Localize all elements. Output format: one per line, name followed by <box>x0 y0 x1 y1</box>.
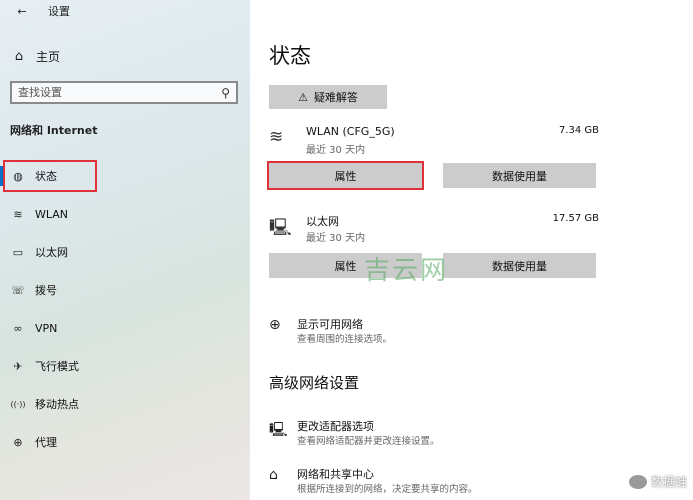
network-period: 最近 30 天内 <box>306 233 366 244</box>
proxy-globe-icon: ⊕ <box>13 435 23 449</box>
section-title: 网络和 Internet <box>10 124 98 137</box>
search-input[interactable] <box>18 86 222 99</box>
sidebar-item-label: 代理 <box>35 436 57 449</box>
highlight-box <box>267 161 424 190</box>
sidebar-item-status[interactable]: ◍ 状态 <box>0 157 250 195</box>
sidebar-item-label: VPN <box>35 321 58 335</box>
home-icon: ⌂ <box>14 48 24 64</box>
sidebar-item-label: WLAN <box>35 207 69 221</box>
sidebar-item-label: 以太网 <box>35 246 68 259</box>
sidebar-item-airplane-mode[interactable]: ✈ 飞行模式 <box>0 347 250 385</box>
corner-watermark: 数据蛙 <box>628 473 687 490</box>
page-title: 状态 <box>269 44 311 68</box>
network-usage: 17.57 GB <box>552 213 599 224</box>
sidebar-item-dialup[interactable]: ☏ 拨号 <box>0 271 250 309</box>
wifi-icon: ≋ <box>269 127 284 147</box>
link-description: 根据所连接到的网络，决定要共享的内容。 <box>297 484 478 495</box>
home-link[interactable]: ⌂ 主页 <box>10 47 60 65</box>
sidebar-item-vpn[interactable]: ∞ VPN <box>0 309 250 347</box>
sharing-home-icon: ⌂ <box>269 467 278 483</box>
home-label: 主页 <box>36 49 61 64</box>
network-name: WLAN (CFG_5G) <box>306 125 395 138</box>
sidebar-item-proxy[interactable]: ⊕ 代理 <box>0 423 250 461</box>
main-content: 状态 ⚠ 疑难解答 ≋ WLAN (CFG_5G) 最近 30 天内 7.34 … <box>250 0 693 500</box>
network-name: 以太网 <box>306 215 339 228</box>
sidebar-nav: ◍ 状态 ≋ WLAN ▭ 以太网 ☏ 拨号 ∞ VPN ✈ 飞行模式 ((·)… <box>0 157 250 461</box>
wifi-icon: ≋ <box>13 207 23 221</box>
window-title: 设置 <box>48 5 70 18</box>
hotspot-icon: ((·)) <box>10 399 26 409</box>
sidebar-item-label: 飞行模式 <box>35 360 79 373</box>
sidebar-item-label: 移动热点 <box>35 398 79 411</box>
vpn-icon: ∞ <box>13 321 23 335</box>
advanced-settings-heading: 高级网络设置 <box>269 374 360 392</box>
link-description: 查看周围的连接选项。 <box>297 334 393 345</box>
title-bar: ← 设置 <box>10 4 70 19</box>
settings-search-box[interactable]: ⚲ <box>10 81 238 104</box>
dialup-icon: ☏ <box>11 283 25 297</box>
adapter-monitor-icon: 🖳 <box>269 422 288 438</box>
ethernet-icon: ▭ <box>12 245 24 259</box>
wlan-properties-button[interactable]: 属性 <box>267 161 424 190</box>
sidebar-item-wlan[interactable]: ≋ WLAN <box>0 195 250 233</box>
wlan-data-usage-button[interactable]: 数据使用量 <box>443 163 596 188</box>
troubleshoot-button[interactable]: ⚠ 疑难解答 <box>269 85 387 109</box>
ethernet-monitor-icon: 🖳 <box>269 218 292 238</box>
weibo-logo-icon <box>628 474 647 489</box>
globe-icon: ⊕ <box>269 317 281 333</box>
properties-label: 属性 <box>334 259 357 273</box>
link-title: 更改适配器选项 <box>297 420 374 433</box>
troubleshoot-label: 疑难解答 <box>313 91 358 104</box>
sidebar-item-ethernet[interactable]: ▭ 以太网 <box>0 233 250 271</box>
warning-icon: ⚠ <box>298 90 308 104</box>
search-icon[interactable]: ⚲ <box>221 86 230 100</box>
link-title: 显示可用网络 <box>297 318 363 331</box>
data-usage-label: 数据使用量 <box>492 169 547 183</box>
link-title: 网络和共享中心 <box>297 468 374 481</box>
network-usage: 7.34 GB <box>558 125 599 136</box>
airplane-icon: ✈ <box>13 359 23 373</box>
sidebar: ← 设置 ⌂ 主页 ⚲ 网络和 Internet ◍ 状态 ≋ WLAN ▭ 以… <box>0 0 250 500</box>
sidebar-item-mobile-hotspot[interactable]: ((·)) 移动热点 <box>0 385 250 423</box>
data-usage-label: 数据使用量 <box>492 259 547 273</box>
link-description: 查看网络适配器并更改连接设置。 <box>297 436 440 447</box>
highlight-box <box>3 160 97 192</box>
watermark: 吉云网 <box>364 256 449 286</box>
corner-watermark-text: 数据蛙 <box>650 475 687 489</box>
back-arrow-icon[interactable]: ← <box>10 5 34 18</box>
ethernet-data-usage-button[interactable]: 数据使用量 <box>443 253 596 278</box>
sidebar-item-label: 拨号 <box>35 284 57 297</box>
network-period: 最近 30 天内 <box>306 145 366 156</box>
